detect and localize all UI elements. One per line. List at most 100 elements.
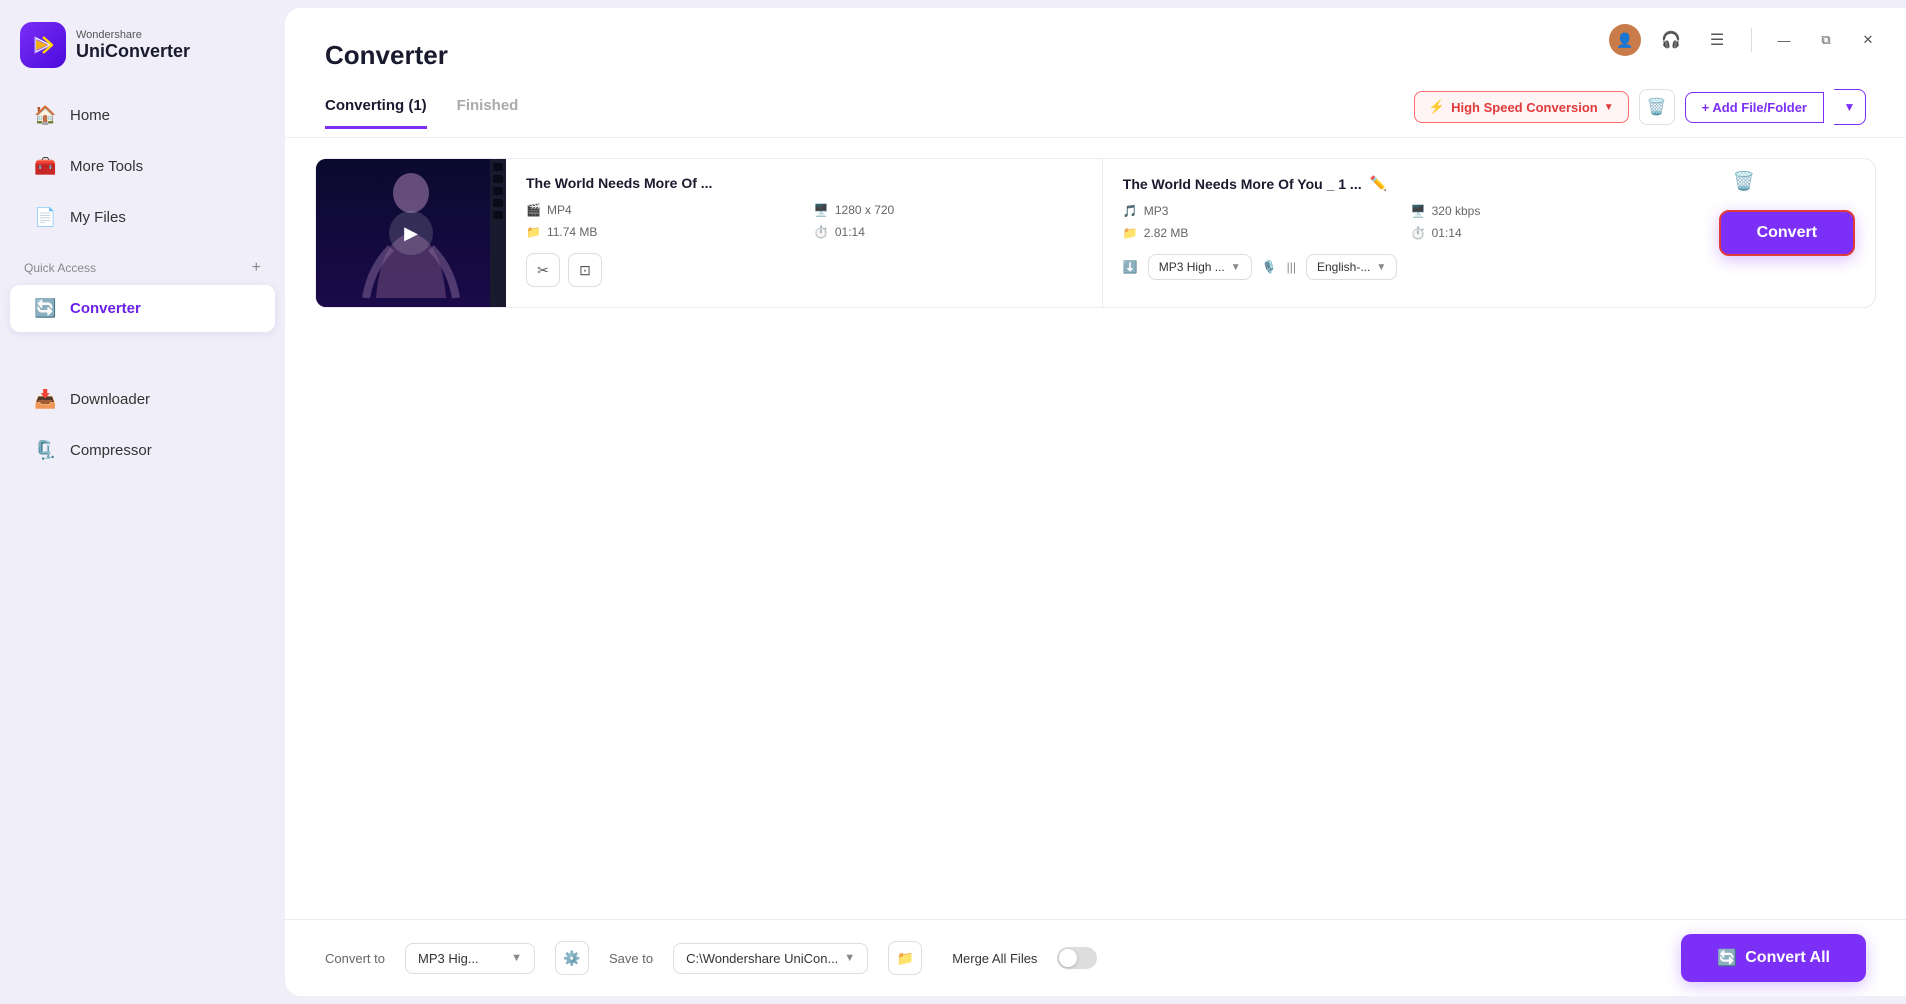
- output-file-name: The World Needs More Of You _ 1 ...: [1123, 176, 1362, 192]
- source-duration-item: ⏱️ 01:14: [814, 225, 1082, 239]
- source-duration: 01:14: [835, 225, 865, 239]
- logo-area: Wondershare UniConverter: [0, 0, 285, 90]
- toggle-knob: [1059, 949, 1077, 967]
- high-speed-button[interactable]: ⚡ High Speed Conversion ▼: [1414, 91, 1629, 123]
- sidebar-item-compressor[interactable]: 🗜️ Compressor: [10, 427, 275, 474]
- quick-access-add-icon[interactable]: +: [252, 259, 261, 277]
- sidebar-item-downloader[interactable]: 📥 Downloader: [10, 376, 275, 423]
- output-meta: 🎵 MP3 🖥️ 320 kbps 📁 2.82 MB ⏱️ 01:14: [1123, 204, 1679, 240]
- output-format: MP3: [1144, 204, 1169, 218]
- minimize-button[interactable]: —: [1770, 26, 1798, 54]
- source-format-item: 🎬 MP4: [526, 203, 794, 217]
- subtitle-value: English-...: [1317, 260, 1370, 274]
- film-hole: [493, 187, 503, 195]
- output-duration-icon: ⏱️: [1411, 226, 1426, 240]
- trim-button[interactable]: ✂: [526, 253, 560, 287]
- convert-all-label: Convert All: [1745, 949, 1830, 967]
- delete-all-button[interactable]: 🗑️: [1639, 89, 1675, 125]
- duration-icon: ⏱️: [814, 225, 829, 239]
- output-duration-item: ⏱️ 01:14: [1411, 226, 1679, 240]
- output-duration: 01:14: [1432, 226, 1462, 240]
- sidebar-item-more-tools[interactable]: 🧰 More Tools: [10, 143, 275, 190]
- win-controls-divider: [1751, 28, 1752, 52]
- add-file-dropdown-button[interactable]: ▼: [1834, 89, 1866, 125]
- output-name-row: The World Needs More Of You _ 1 ... ✏️: [1123, 175, 1679, 192]
- sidebar-item-compressor-label: Compressor: [70, 442, 152, 459]
- main-content: 👤 🎧 ☰ — ⧉ ✕ Converter Converting (1) Fin…: [285, 8, 1906, 996]
- tab-finished[interactable]: Finished: [457, 97, 519, 129]
- convert-to-label: Convert to: [325, 951, 385, 966]
- tabs-row: Converting (1) Finished ⚡ High Speed Con…: [285, 71, 1906, 138]
- logo-text: Wondershare UniConverter: [76, 29, 190, 62]
- high-speed-label: High Speed Conversion: [1451, 100, 1598, 115]
- convert-all-button[interactable]: 🔄 Convert All: [1681, 934, 1866, 982]
- quick-access-label: Quick Access: [24, 261, 96, 275]
- sidebar-item-home[interactable]: 🏠 Home: [10, 92, 275, 139]
- save-path-select[interactable]: C:\Wondershare UniCon... ▼: [673, 943, 868, 974]
- sidebar-item-converter[interactable]: 🔄 Converter: [10, 285, 275, 332]
- sidebar: Wondershare UniConverter 🏠 Home 🧰 More T…: [0, 0, 285, 1004]
- sidebar-item-converter-label: Converter: [70, 300, 141, 317]
- maximize-button[interactable]: ⧉: [1812, 26, 1840, 54]
- tabs-right: ⚡ High Speed Conversion ▼ 🗑️ + Add File/…: [1414, 89, 1866, 137]
- more-tools-icon: 🧰: [34, 156, 56, 177]
- quick-access-section: Quick Access +: [0, 243, 285, 283]
- output-format-item: 🎵 MP3: [1123, 204, 1391, 218]
- quality-dropdown[interactable]: MP3 High ... ▼: [1148, 254, 1252, 280]
- sidebar-item-my-files[interactable]: 📄 My Files: [10, 194, 275, 241]
- app-name-label: UniConverter: [76, 41, 190, 62]
- home-icon: 🏠: [34, 105, 56, 126]
- convert-button[interactable]: Convert: [1719, 210, 1855, 256]
- tab-converting[interactable]: Converting (1): [325, 97, 427, 129]
- format-icon: 🎬: [526, 203, 541, 217]
- output-size-item: 📁 2.82 MB: [1123, 226, 1391, 240]
- add-file-button[interactable]: + Add File/Folder: [1685, 92, 1824, 123]
- size-icon: 📁: [526, 225, 541, 239]
- output-size: 2.82 MB: [1144, 226, 1189, 240]
- save-path-value: C:\Wondershare UniCon...: [686, 951, 838, 966]
- output-format-icon: 🎵: [1123, 204, 1138, 218]
- save-to-label: Save to: [609, 951, 653, 966]
- logo-icon: [20, 22, 66, 68]
- tabs-left: Converting (1) Finished: [325, 97, 518, 129]
- crop-button[interactable]: ⊡: [568, 253, 602, 287]
- high-speed-arrow-icon: ▼: [1604, 102, 1614, 113]
- downloader-icon: 📥: [34, 389, 56, 410]
- sidebar-item-my-files-label: My Files: [70, 209, 126, 226]
- convert-format-select[interactable]: MP3 Hig... ▼: [405, 943, 535, 974]
- file-actions: ✂ ⊡: [526, 253, 1082, 287]
- merge-toggle[interactable]: [1057, 947, 1097, 969]
- menu-icon[interactable]: ☰: [1701, 24, 1733, 56]
- card-delete-button[interactable]: 🗑️: [1733, 171, 1755, 192]
- film-hole: [493, 175, 503, 183]
- subtitle-dropdown[interactable]: English-... ▼: [1306, 254, 1397, 280]
- headset-icon[interactable]: 🎧: [1655, 24, 1687, 56]
- edit-name-icon[interactable]: ✏️: [1370, 175, 1387, 192]
- source-resolution: 1280 x 720: [835, 203, 894, 217]
- bottom-bar: Convert to MP3 Hig... ▼ ⚙️ Save to C:\Wo…: [285, 919, 1906, 996]
- top-bar: 👤 🎧 ☰ — ⧉ ✕: [1585, 8, 1906, 72]
- convert-format-value: MP3 Hig...: [418, 951, 479, 966]
- output-options: ⬇️ MP3 High ... ▼ 🎙️ ||| English-... ▼: [1123, 254, 1679, 280]
- sidebar-item-home-label: Home: [70, 107, 110, 124]
- user-avatar[interactable]: 👤: [1609, 24, 1641, 56]
- add-file-label: + Add File/Folder: [1702, 100, 1807, 115]
- close-button[interactable]: ✕: [1854, 26, 1882, 54]
- output-settings-button[interactable]: ⚙️: [555, 941, 589, 975]
- output-bitrate-icon: 🖥️: [1411, 204, 1426, 218]
- film-hole: [493, 199, 503, 207]
- source-size: 11.74 MB: [547, 225, 597, 239]
- browse-folder-button[interactable]: 📁: [888, 941, 922, 975]
- play-button[interactable]: ▶: [389, 211, 433, 255]
- source-file-meta: 🎬 MP4 🖥️ 1280 x 720 📁 11.74 MB ⏱️ 01:14: [526, 203, 1082, 239]
- sidebar-item-more-tools-label: More Tools: [70, 158, 143, 175]
- source-format: MP4: [547, 203, 572, 217]
- add-file-arrow-icon: ▼: [1844, 100, 1856, 114]
- brand-label: Wondershare: [76, 29, 190, 41]
- output-bitrate: 320 kbps: [1432, 204, 1481, 218]
- lightning-icon: ⚡: [1429, 99, 1445, 115]
- sidebar-item-downloader-label: Downloader: [70, 391, 150, 408]
- quality-dropdown-arrow: ▼: [1231, 262, 1241, 273]
- source-size-item: 📁 11.74 MB: [526, 225, 794, 239]
- file-thumbnail: ▶: [316, 159, 506, 307]
